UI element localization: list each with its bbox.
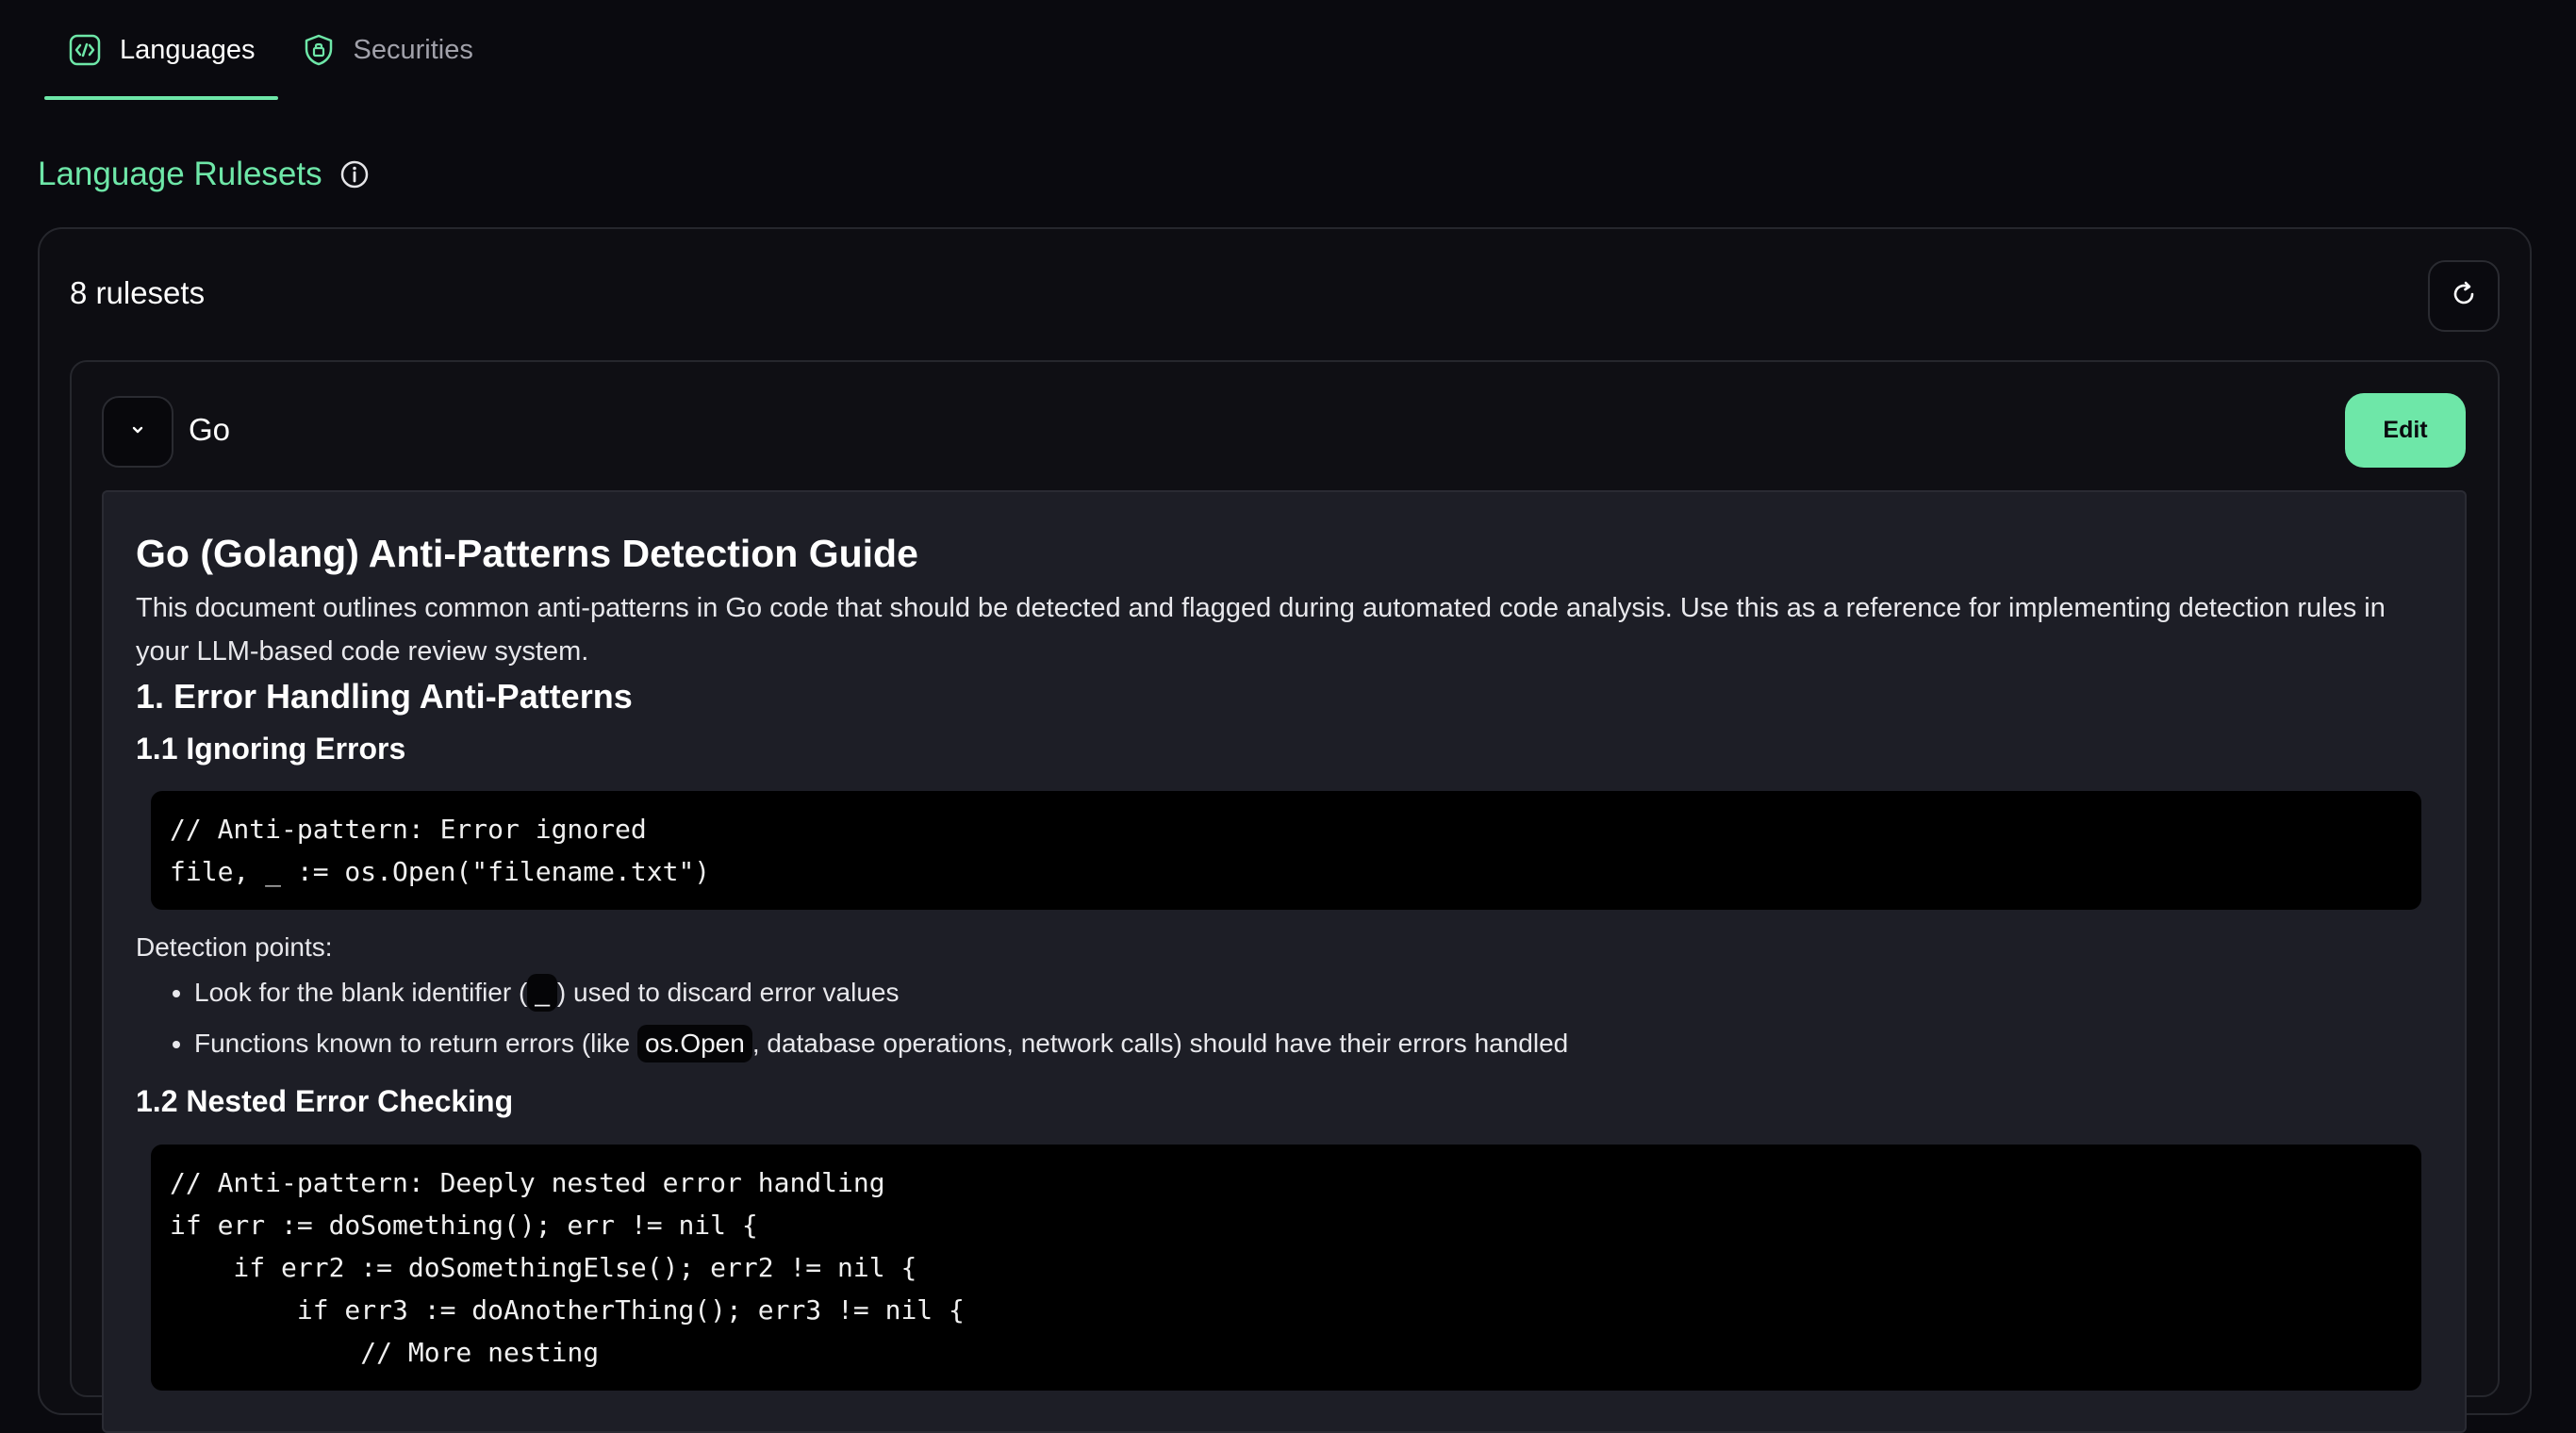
edit-button[interactable]: Edit <box>2345 393 2466 468</box>
inline-code: _ <box>527 974 557 1012</box>
refresh-button[interactable] <box>2428 260 2500 332</box>
detection-list: Look for the blank identifier (_) used t… <box>162 967 1568 1069</box>
bullet-text: , database operations, network calls) sh… <box>751 1029 1569 1058</box>
doc-subsection-heading: 1.1 Ignoring Errors <box>136 732 406 766</box>
chevron-down-icon <box>128 420 147 444</box>
bullet-text: ) used to discard error values <box>556 978 900 1007</box>
tab-bar: Languages Securities <box>44 0 496 100</box>
tab-languages[interactable]: Languages <box>44 0 278 100</box>
code-icon <box>69 34 101 66</box>
tab-label: Securities <box>353 34 473 65</box>
shield-lock-icon <box>303 34 335 66</box>
page-title: Language Rulesets <box>38 156 322 192</box>
doc-intro: This document outlines common anti-patte… <box>136 593 2386 667</box>
tab-securities[interactable]: Securities <box>278 0 496 100</box>
tab-label: Languages <box>120 34 256 65</box>
doc-section-heading: 1. Error Handling Anti-Patterns <box>136 677 633 716</box>
ruleset-document: Go (Golang) Anti-Patterns Detection Guid… <box>102 490 2467 1433</box>
section-header: Language Rulesets <box>38 156 370 193</box>
doc-title: Go (Golang) Anti-Patterns Detection Guid… <box>136 532 918 575</box>
list-item: Functions known to return errors (like o… <box>194 1018 1568 1069</box>
rulesets-count: 8 rulesets <box>70 275 206 310</box>
code-block: // Anti-pattern: Error ignored file, _ :… <box>151 791 2421 910</box>
info-icon[interactable] <box>339 159 370 189</box>
bullet-text: Functions known to return errors (like <box>194 1029 637 1058</box>
list-item: Look for the blank identifier (_) used t… <box>194 967 1568 1018</box>
collapse-toggle-button[interactable] <box>102 396 173 468</box>
ruleset-name: Go <box>189 412 231 447</box>
detection-label: Detection points: <box>136 932 333 962</box>
refresh-icon <box>2450 280 2478 313</box>
inline-code: os.Open <box>636 1025 752 1062</box>
bullet-text: Look for the blank identifier ( <box>194 978 528 1007</box>
doc-subsection-heading: 1.2 Nested Error Checking <box>136 1084 514 1118</box>
